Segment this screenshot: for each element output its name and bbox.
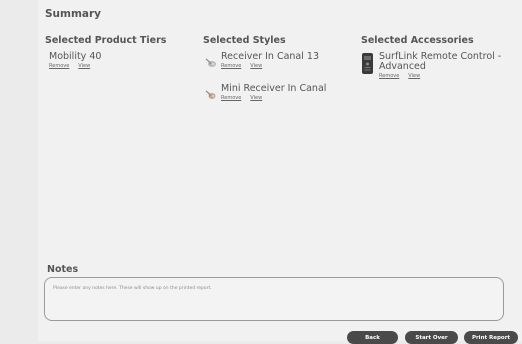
product-tiers-heading: Selected Product Tiers <box>45 35 167 46</box>
accessory-name-line2: Advanced <box>379 61 426 72</box>
notes-textarea[interactable] <box>45 278 503 320</box>
print-report-button[interactable]: Print Report <box>464 331 518 344</box>
page-title: Summary <box>45 8 102 20</box>
product-tier-actions: Remove View <box>49 63 99 69</box>
style-ric-13-actions: Remove View <box>221 63 271 69</box>
product-tier-view-link[interactable]: View <box>78 63 90 69</box>
start-over-button[interactable]: Start Over <box>405 331 458 344</box>
accessories-heading: Selected Accessories <box>361 35 474 46</box>
style-mini-ric-remove-link[interactable]: Remove <box>221 95 241 101</box>
hearing-aid-mini-ric-icon <box>204 87 218 101</box>
notes-title: Notes <box>47 264 79 275</box>
style-ric-13-view-link[interactable]: View <box>250 63 262 69</box>
hearing-aid-ric-icon <box>204 55 218 69</box>
accessory-view-link[interactable]: View <box>408 73 420 79</box>
style-mini-ric-view-link[interactable]: View <box>250 95 262 101</box>
product-tier-name: Mobility 40 <box>49 51 102 62</box>
styles-heading: Selected Styles <box>203 35 286 46</box>
accessory-remove-link[interactable]: Remove <box>379 73 399 79</box>
remote-control-icon <box>362 53 373 74</box>
style-mini-ric-actions: Remove View <box>221 95 271 101</box>
accessory-actions: Remove View <box>379 73 429 79</box>
style-name-mini-ric: Mini Receiver In Canal <box>221 83 327 94</box>
notes-box <box>44 277 504 321</box>
back-button[interactable]: Back <box>347 331 398 344</box>
style-name-ric-13: Receiver In Canal 13 <box>221 51 320 62</box>
product-tier-remove-link[interactable]: Remove <box>49 63 69 69</box>
style-ric-13-remove-link[interactable]: Remove <box>221 63 241 69</box>
